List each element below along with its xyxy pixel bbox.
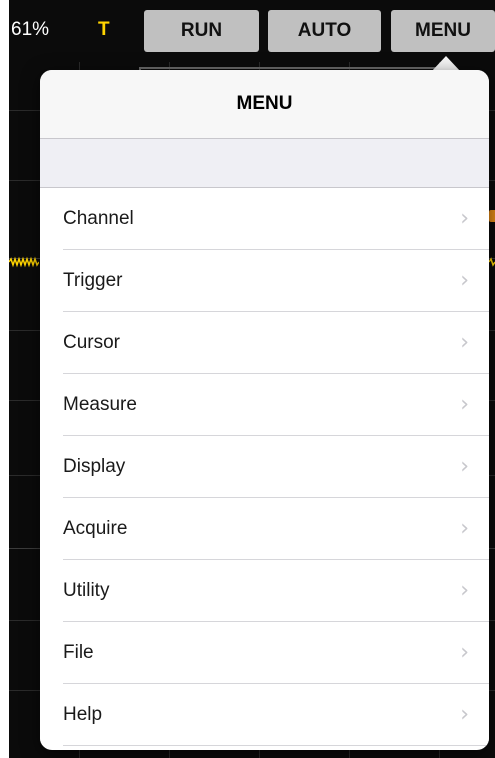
chevron-right-icon: › (460, 206, 469, 231)
top-toolbar: 61% T RUN AUTO MENU (9, 0, 495, 62)
menu-item-cursor[interactable]: Cursor › (40, 312, 489, 374)
menu-item-utility[interactable]: Utility › (40, 560, 489, 622)
popover-title: MENU (236, 93, 293, 114)
chevron-right-icon: › (460, 578, 469, 603)
chevron-right-icon: › (460, 268, 469, 293)
chevron-right-icon: › (460, 516, 469, 541)
chevron-right-icon: › (460, 330, 469, 355)
menu-item-label: Acquire (63, 518, 128, 539)
menu-item-help[interactable]: Help › (40, 684, 489, 746)
menu-item-label: Measure (63, 394, 137, 415)
trace-waveform (489, 257, 495, 267)
menu-item-label: Display (63, 456, 126, 477)
menu-list: Channel › Trigger › Cursor › Measure › D… (40, 188, 489, 746)
menu-button[interactable]: MENU (391, 10, 495, 52)
menu-item-label: File (63, 642, 94, 663)
battery-level: 61% (11, 19, 50, 40)
chevron-right-icon: › (460, 454, 469, 479)
chevron-right-icon: › (460, 392, 469, 417)
menu-item-acquire[interactable]: Acquire › (40, 498, 489, 560)
trace-waveform (9, 256, 39, 268)
menu-item-label: Channel (63, 208, 134, 229)
chevron-right-icon: › (460, 640, 469, 665)
menu-item-channel[interactable]: Channel › (40, 188, 489, 250)
menu-item-label: Help (63, 704, 103, 725)
trigger-indicator[interactable]: T (98, 14, 122, 46)
menu-item-file[interactable]: File › (40, 622, 489, 684)
section-spacer (40, 139, 489, 188)
chevron-right-icon: › (460, 702, 469, 727)
menu-item-label: Trigger (63, 270, 123, 291)
app-frame: 61% T RUN AUTO MENU MENU Channel › Trigg… (0, 0, 495, 758)
trigger-level-marker[interactable] (489, 210, 495, 222)
menu-item-label: Utility (63, 580, 110, 601)
auto-button[interactable]: AUTO (268, 10, 381, 52)
menu-item-label: Cursor (63, 332, 121, 353)
popover-header: MENU (40, 70, 489, 139)
menu-item-trigger[interactable]: Trigger › (40, 250, 489, 312)
divider (63, 745, 489, 746)
run-button[interactable]: RUN (144, 10, 259, 52)
menu-item-display[interactable]: Display › (40, 436, 489, 498)
menu-item-measure[interactable]: Measure › (40, 374, 489, 436)
menu-popover: MENU Channel › Trigger › Cursor › Measur… (40, 70, 489, 750)
